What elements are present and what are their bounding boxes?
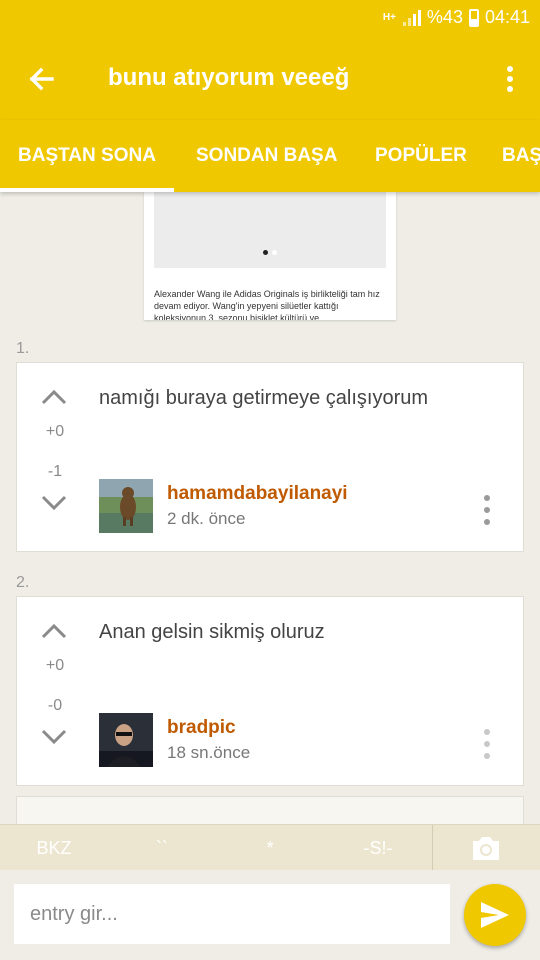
toolbar-divider (432, 825, 433, 871)
tab-sondan-basa[interactable]: SONDAN BAŞA (196, 120, 337, 192)
entry-index: 2. (16, 574, 30, 591)
preview-image (154, 192, 386, 268)
entry-menu-icon[interactable] (481, 495, 493, 525)
back-arrow-icon[interactable] (22, 59, 62, 99)
author-name[interactable]: hamamdabayilanayi (167, 483, 348, 505)
sort-tabs: BAŞTAN SONA SONDAN BAŞA POPÜLER BAŞ (0, 120, 540, 192)
network-type-indicator: H+ (382, 12, 396, 23)
app-bar: bunu atıyorum veeeğ (0, 38, 540, 120)
clock: 04:41 (484, 7, 530, 27)
battery-percent: %43 (426, 7, 463, 27)
downvote-count: -1 (47, 463, 63, 480)
author-name[interactable]: bradpic (167, 717, 236, 739)
upvote-chevron-icon[interactable] (41, 387, 67, 407)
tab-populer[interactable]: POPÜLER (375, 120, 467, 192)
tab-bastan-sona[interactable]: BAŞTAN SONA (0, 120, 174, 192)
link-preview-card[interactable]: Alexander Wang ile Adidas Originals iş b… (144, 192, 396, 320)
formatting-toolbar: BKZ `` * -S!- (0, 824, 540, 871)
entry-input[interactable] (14, 884, 450, 944)
backtick-button[interactable]: `` (108, 825, 216, 871)
entry-time: 2 dk. önce (167, 509, 246, 528)
entry-card-partial (16, 796, 524, 824)
author-avatar[interactable] (99, 479, 153, 533)
downvote-chevron-icon[interactable] (41, 727, 67, 747)
entry-card: +0 -0 Anan gelsin sikmiş oluruz bradpic … (16, 596, 524, 786)
carousel-dots (144, 250, 396, 255)
downvote-chevron-icon[interactable] (41, 493, 67, 513)
entry-menu-icon[interactable] (481, 729, 493, 759)
entry-index: 1. (16, 340, 30, 357)
entry-list[interactable]: Alexander Wang ile Adidas Originals iş b… (0, 192, 540, 824)
tab-bas[interactable]: BAŞ (502, 120, 540, 192)
downvote-count: -0 (47, 697, 63, 714)
bkz-button[interactable]: BKZ (0, 825, 108, 871)
entry-composer (0, 870, 540, 960)
status-bar: H+ %43 04:41 (0, 0, 540, 38)
signal-icon (402, 9, 421, 26)
entry-text: namığı buraya getirmeye çalışıyorum (99, 387, 429, 409)
author-avatar[interactable] (99, 713, 153, 767)
entry-text: Anan gelsin sikmiş oluruz (99, 621, 325, 643)
preview-text: Alexander Wang ile Adidas Originals iş b… (154, 289, 380, 320)
entry-time: 18 sn.önce (167, 743, 251, 762)
overflow-menu-icon[interactable] (498, 62, 522, 96)
camera-icon[interactable] (470, 833, 502, 863)
upvote-count: +0 (45, 657, 65, 674)
battery-icon (468, 8, 479, 27)
send-button[interactable] (464, 884, 526, 946)
topic-title: bunu atıyorum veeeğ (108, 64, 350, 91)
spoiler-button[interactable]: -S!- (324, 825, 432, 871)
asterisk-button[interactable]: * (216, 825, 324, 871)
entry-card: +0 -1 namığı buraya getirmeye çalışıyoru… (16, 362, 524, 552)
upvote-chevron-icon[interactable] (41, 621, 67, 641)
upvote-count: +0 (45, 423, 65, 440)
send-icon (481, 902, 509, 928)
